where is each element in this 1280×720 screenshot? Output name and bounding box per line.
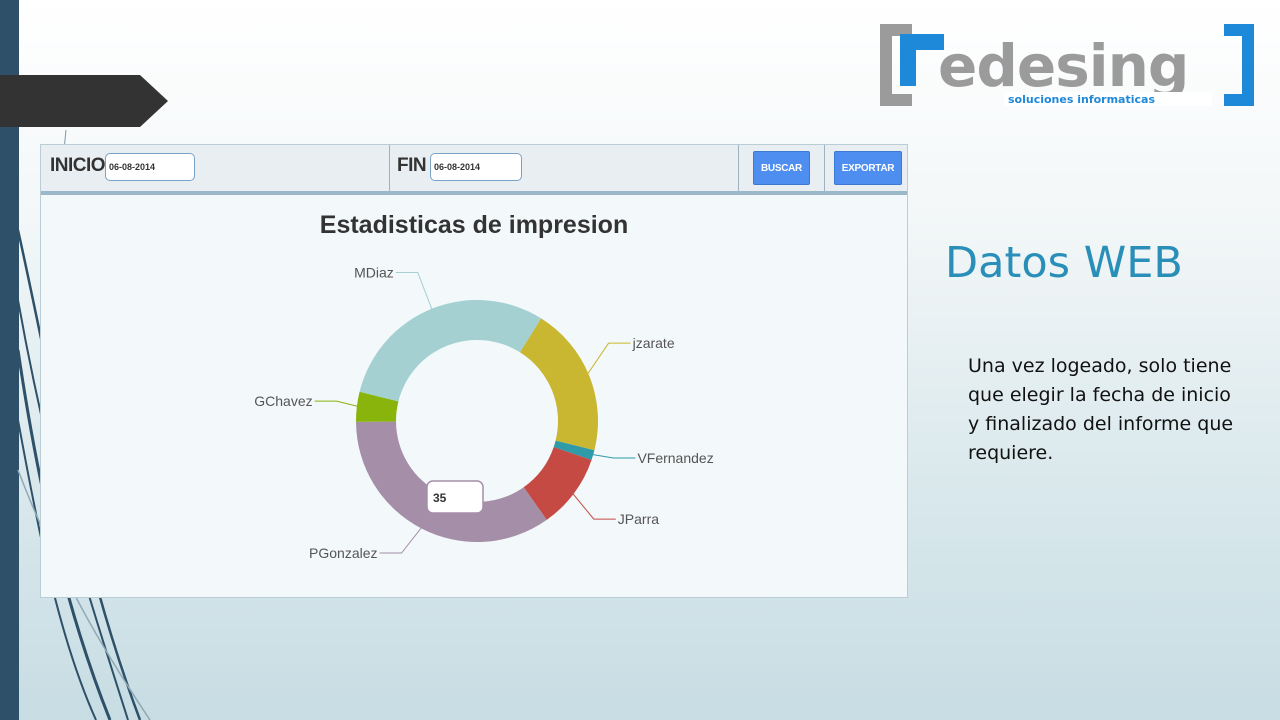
logo-subtitle: soluciones informaticas bbox=[1008, 93, 1155, 106]
tooltip-value: 35 bbox=[433, 491, 447, 505]
chart-tooltip: 35 bbox=[426, 480, 484, 514]
slice-connector bbox=[379, 524, 424, 554]
slide-description: Una vez logeado, solo tiene que elegir l… bbox=[968, 355, 1234, 464]
redesing-logo: edesing soluciones informaticas bbox=[880, 24, 1254, 106]
slice-label-gchavez: GChavez bbox=[254, 393, 312, 409]
slice-connector bbox=[570, 490, 616, 520]
slice-label-pgonzalez: PGonzalez bbox=[309, 545, 377, 561]
slide-title: Datos WEB bbox=[945, 238, 1183, 288]
slice-connector bbox=[395, 272, 434, 313]
title-tab-shape bbox=[0, 75, 168, 127]
app-screenshot: INICIO FIN BUSCAR EXPORTAR Estadisticas … bbox=[40, 144, 908, 598]
slice-label-jparra: JParra bbox=[618, 511, 659, 527]
slice-connector bbox=[314, 400, 361, 408]
slice-label-jzarate: jzarate bbox=[632, 335, 675, 351]
logo-text: edesing bbox=[938, 32, 1188, 100]
slice-label-vfernandez: VFernandez bbox=[637, 450, 713, 466]
pie-slice-mdiaz[interactable] bbox=[359, 300, 542, 402]
pie-slice-jzarate[interactable] bbox=[519, 318, 598, 451]
slice-label-mdiaz: MDiaz bbox=[354, 265, 394, 281]
donut-chart: jzarate VFernandez JParra PGonzalez GChavez M… bbox=[254, 265, 713, 562]
slice-connector bbox=[589, 453, 636, 459]
slice-connector bbox=[585, 342, 631, 378]
